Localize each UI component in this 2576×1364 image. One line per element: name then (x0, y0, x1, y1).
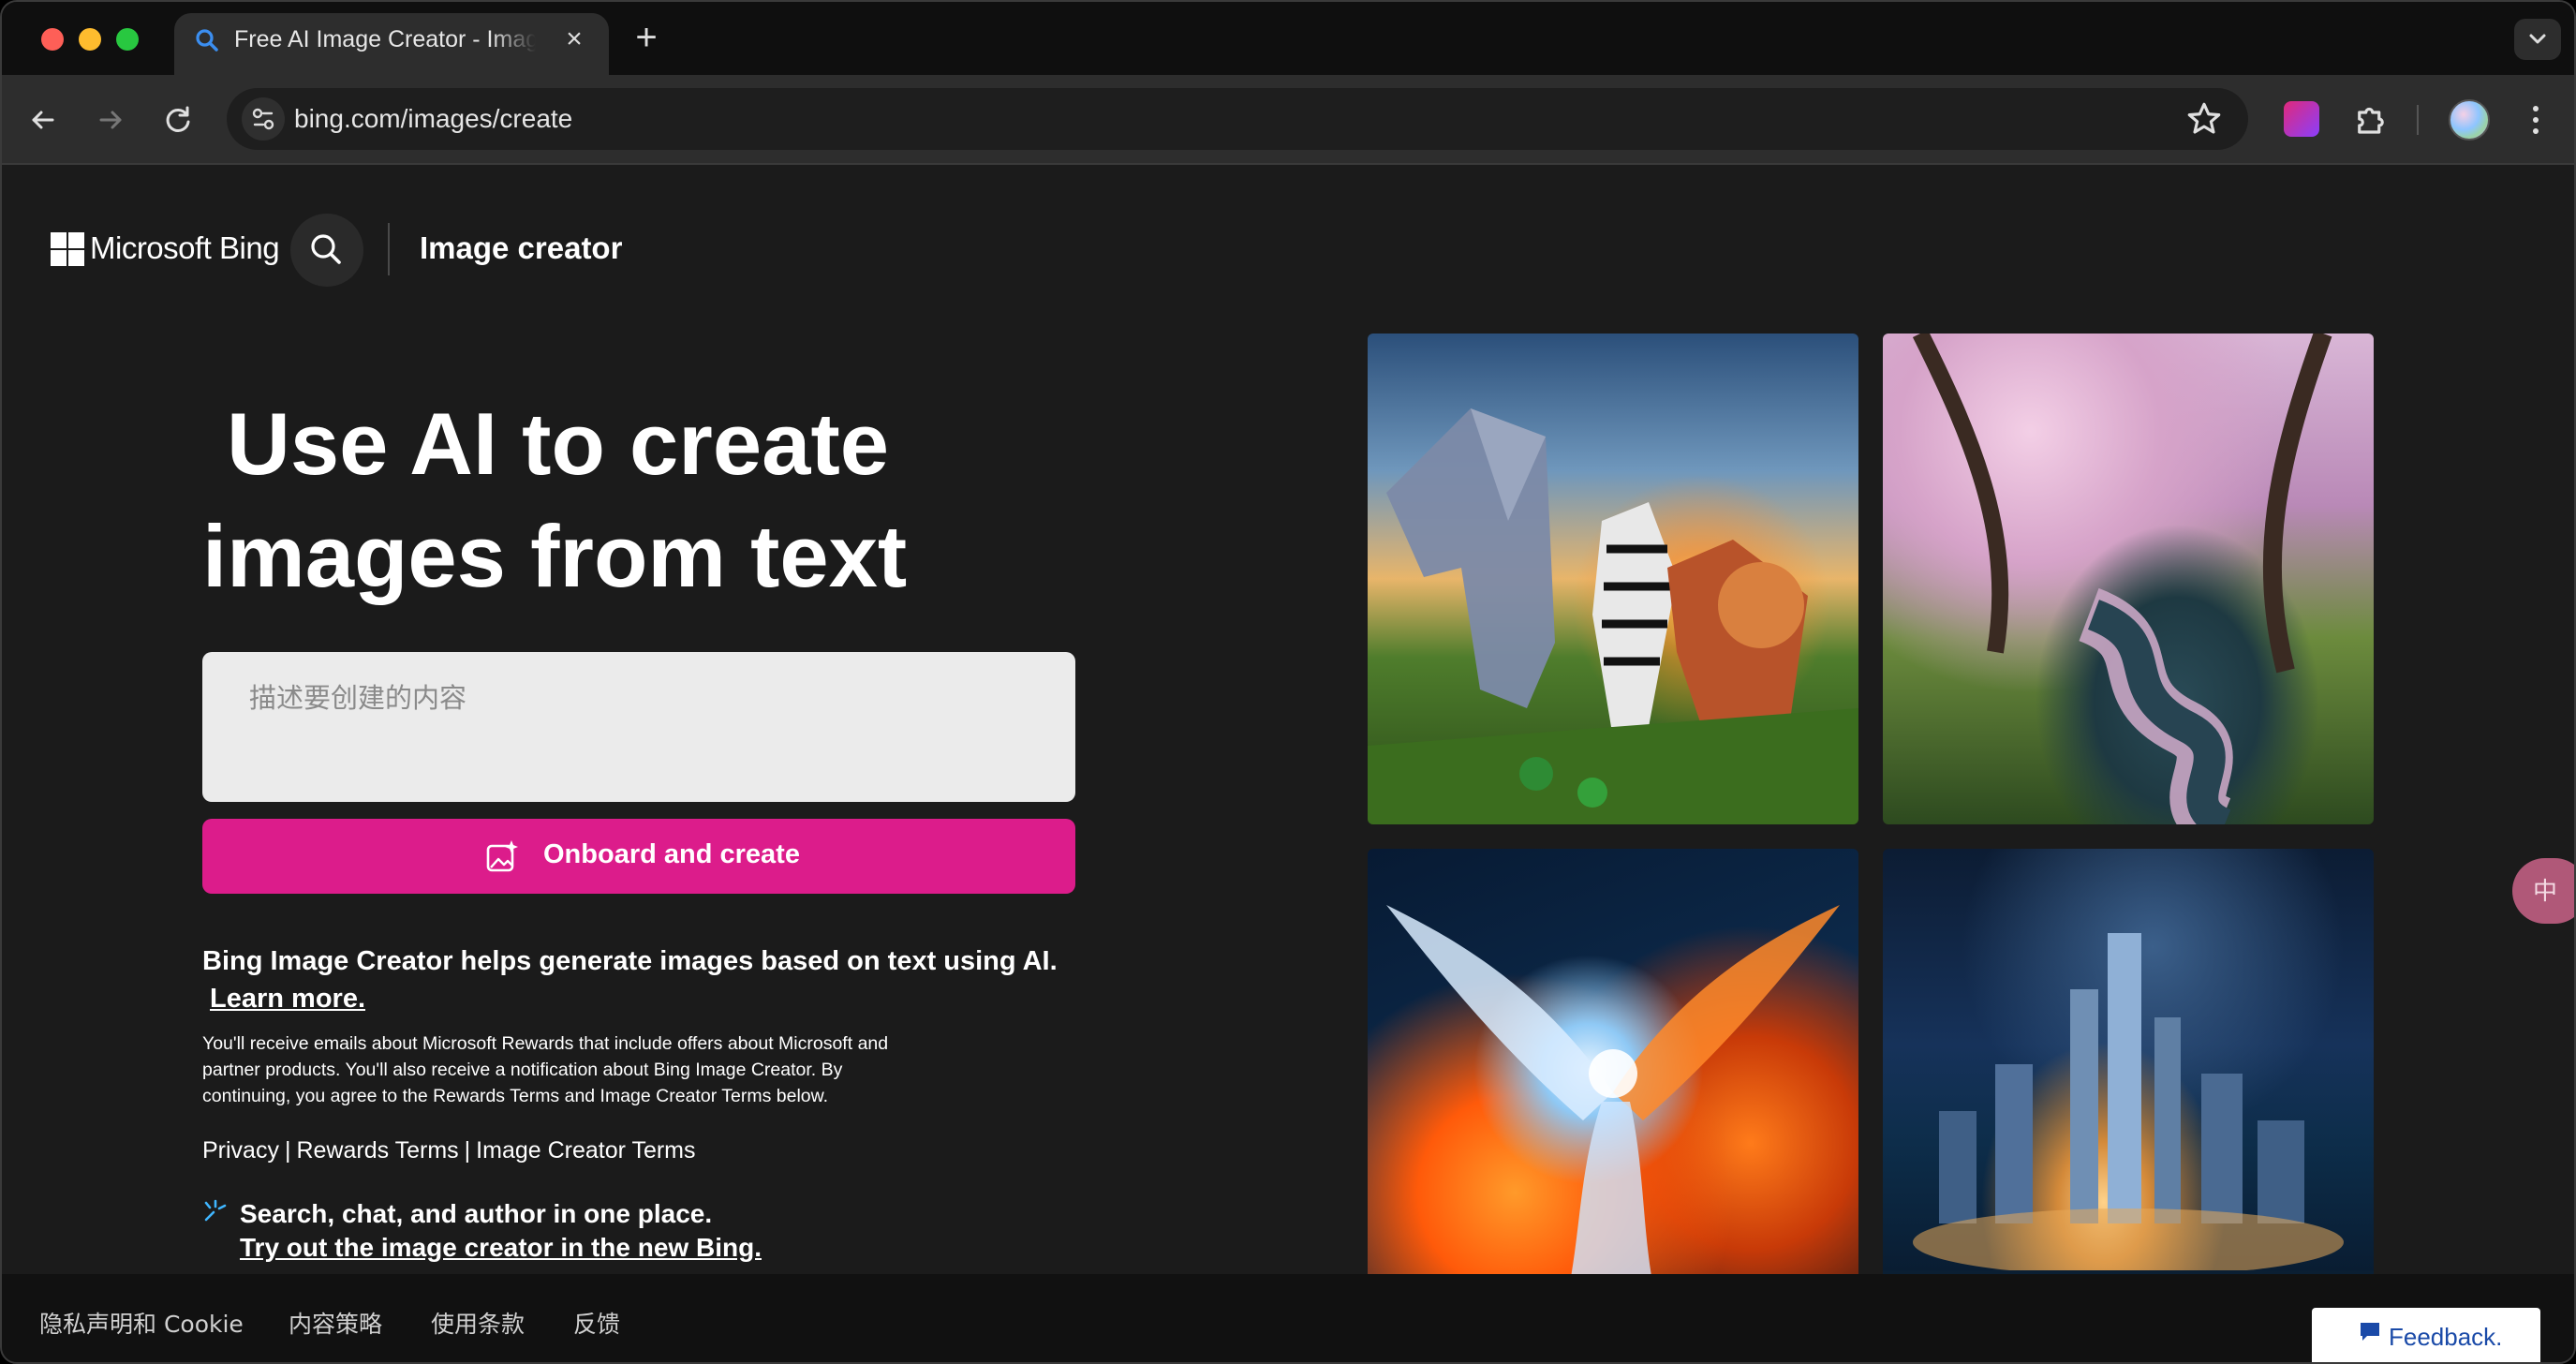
learn-more-link[interactable]: Learn more. (210, 980, 365, 1017)
search-button[interactable] (290, 214, 363, 287)
footer-terms-link[interactable]: 使用条款 (431, 1306, 525, 1340)
brand-name[interactable]: Microsoft Bing (90, 230, 280, 266)
tab-active[interactable]: Free AI Image Creator - Image Creator × (174, 13, 609, 75)
page-footer: 隐私声明和 Cookie 内容策略 使用条款 反馈 Feedback. (2, 1274, 2574, 1362)
new-bing-link[interactable]: Try out the image creator in the new Bin… (240, 1233, 762, 1263)
tab-strip: Free AI Image Creator - Image Creator × … (2, 2, 2574, 75)
footer-feedback-link[interactable]: 反馈 (573, 1306, 620, 1340)
search-icon (196, 29, 218, 52)
feedback-button-label: Feedback. (2389, 1323, 2503, 1351)
rewards-terms-link[interactable]: Rewards Terms (296, 1137, 458, 1164)
minimize-window-button[interactable] (79, 28, 101, 51)
legal-links: Privacy | Rewards Terms | Image Creator Term… (202, 1137, 696, 1164)
footer-content-policy-link[interactable]: 内容策略 (289, 1306, 382, 1340)
cherry-blossom-image (1912, 334, 2332, 824)
hero-line-1: Use AI to create (227, 394, 890, 493)
address-bar[interactable]: bing.com/images/create (227, 88, 2248, 150)
translate-icon: 中 (2533, 878, 2557, 906)
browser-toolbar: bing.com/images/create (2, 75, 2574, 165)
sparkle-icon (204, 1199, 227, 1222)
translate-button[interactable]: 中 (2512, 858, 2574, 924)
chevron-down-icon (2529, 34, 2546, 44)
reload-icon[interactable] (157, 99, 199, 141)
forward-icon[interactable] (90, 99, 131, 141)
night-city-image (1883, 933, 2374, 1274)
menu-icon[interactable] (2522, 97, 2550, 142)
image-sparkle-icon (486, 840, 518, 872)
link-separator: | (464, 1137, 471, 1164)
search-icon (311, 234, 341, 264)
feedback-button[interactable]: Feedback. (2312, 1308, 2540, 1362)
feedback-icon (2361, 1323, 2379, 1341)
info-bold-text: Bing Image Creator helps generate images… (202, 946, 1058, 976)
prompt-input[interactable] (202, 652, 1075, 802)
svg-text:中: 中 (2533, 878, 2557, 906)
close-tab-icon[interactable]: × (558, 24, 590, 56)
create-button-label: Onboard and create (543, 839, 800, 869)
create-button[interactable]: Onboard and create (202, 819, 1075, 894)
example-image-city[interactable] (1883, 849, 2374, 1274)
info-text: Bing Image Creator helps generate images… (202, 942, 1102, 1017)
footer-privacy-link[interactable]: 隐私声明和 Cookie (39, 1306, 244, 1340)
link-separator: | (284, 1137, 291, 1164)
tab-title: Free AI Image Creator - Image Creator (234, 26, 536, 52)
maximize-window-button[interactable] (116, 28, 139, 51)
new-bing-text: Search, chat, and author in one place. (240, 1199, 713, 1228)
avatar[interactable] (2449, 99, 2490, 141)
back-icon[interactable] (22, 99, 64, 141)
origami-animals-image (1368, 408, 1858, 824)
microsoft-logo-icon[interactable] (51, 232, 84, 266)
star-icon[interactable] (2184, 99, 2224, 139)
creator-terms-link[interactable]: Image Creator Terms (476, 1137, 695, 1164)
phoenix-image (1386, 905, 1840, 1274)
tab-search-button[interactable] (2514, 19, 2561, 60)
example-image-phoenix[interactable] (1368, 849, 1858, 1274)
hero-line-2: images from text (202, 507, 908, 605)
close-window-button[interactable] (41, 28, 64, 51)
browser-window: Free AI Image Creator - Image Creator × … (0, 0, 2576, 1364)
hero-heading: Use AI to create images from text (202, 388, 1045, 613)
toolbar-divider (2417, 105, 2419, 135)
puzzle-icon[interactable] (2351, 99, 2391, 139)
site-info-button[interactable] (242, 97, 285, 141)
new-tab-button[interactable]: + (628, 19, 665, 56)
fine-print: You'll receive emails about Microsoft Re… (202, 1033, 889, 1106)
product-title[interactable]: Image creator (420, 230, 622, 266)
extension-icon[interactable] (2284, 101, 2319, 137)
tune-icon (252, 108, 274, 130)
example-image-animals[interactable] (1368, 334, 1858, 824)
url-text: bing.com/images/create (294, 104, 573, 133)
example-image-cherry-blossom[interactable] (1883, 334, 2374, 824)
header-divider (388, 223, 390, 275)
page-content: Microsoft Bing Image creator Use AI to c… (2, 165, 2574, 1274)
privacy-link[interactable]: Privacy (202, 1137, 279, 1164)
